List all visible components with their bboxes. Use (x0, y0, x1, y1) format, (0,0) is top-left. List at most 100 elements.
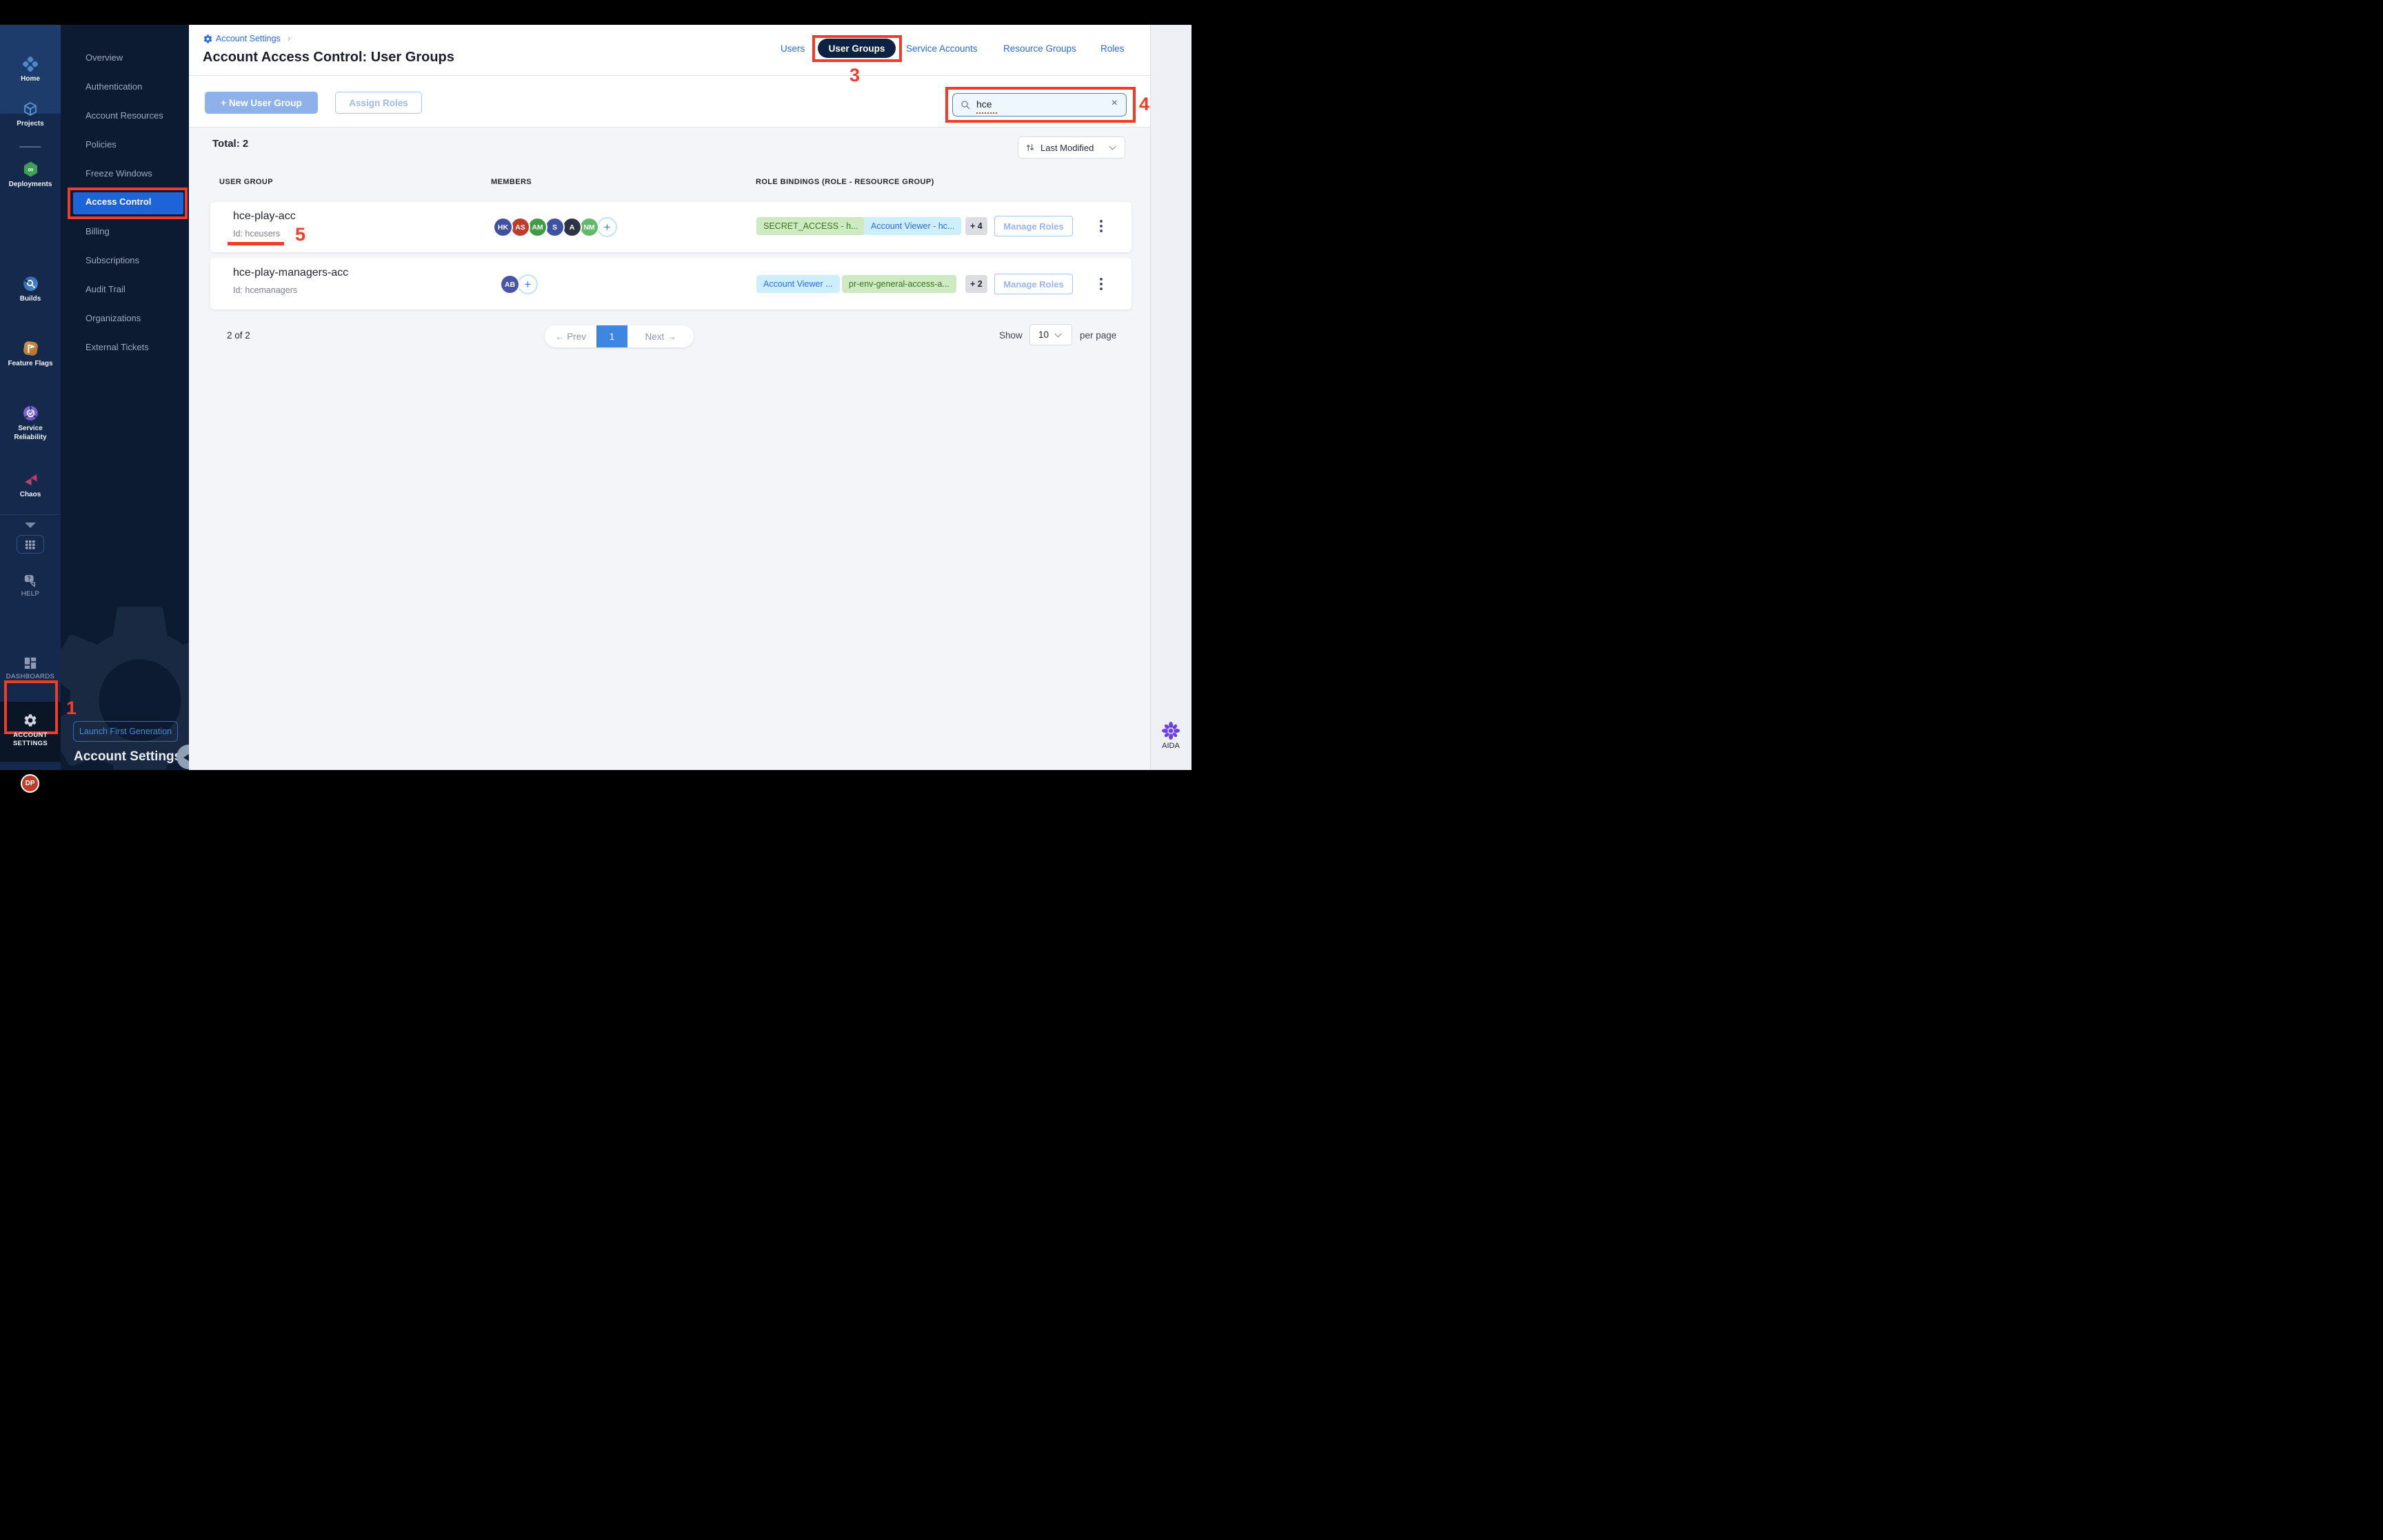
pagination: ← Prev 1 Next → (545, 325, 694, 347)
annotation-number-1: 1 (66, 698, 77, 718)
dashboards-icon (24, 657, 37, 669)
menu-item-subscriptions[interactable]: Subscriptions (86, 254, 182, 267)
pagination-summary: 2 of 2 (227, 330, 250, 341)
user-group-row[interactable]: hce-play-acc Id: hceusers HK AS AM S A N… (210, 202, 1132, 252)
row-menu-icon[interactable] (1095, 217, 1107, 235)
page-size-select[interactable]: 10 (1029, 324, 1072, 345)
help-icon: ? (24, 575, 36, 587)
aida-icon[interactable] (1161, 721, 1180, 740)
annotation-number-4: 4 (1139, 94, 1150, 114)
row-menu-icon[interactable] (1095, 275, 1107, 293)
page-title: Account Access Control: User Groups (203, 50, 454, 65)
role-binding-chip[interactable]: Account Viewer ... (756, 275, 840, 293)
menu-item-authentication[interactable]: Authentication (86, 80, 182, 94)
sidebar-item-label: Builds (19, 295, 41, 303)
breadcrumb[interactable]: Account Settings (216, 34, 281, 43)
group-id: Id: hcemanagers (233, 285, 298, 295)
harness-home-icon (22, 56, 39, 72)
header-divider (189, 75, 1150, 76)
tab-service-accounts[interactable]: Service Accounts (906, 43, 978, 54)
chaos-icon (24, 474, 37, 486)
assign-roles-button[interactable]: Assign Roles (335, 92, 422, 114)
member-avatar[interactable]: AB (500, 274, 520, 294)
annotation-box-step3 (812, 35, 902, 62)
user-avatar[interactable]: DP (21, 774, 39, 793)
member-avatar[interactable]: NM (579, 217, 599, 237)
manage-roles-button[interactable]: Manage Roles (994, 274, 1073, 294)
breadcrumb-separator: › (288, 33, 291, 43)
sort-arrows-icon (1026, 144, 1034, 151)
menu-item-freeze-windows[interactable]: Freeze Windows (86, 167, 182, 181)
chevron-down-icon (1054, 330, 1062, 337)
member-avatar[interactable]: A (562, 217, 582, 237)
service-reliability-icon (23, 406, 38, 421)
page-number-button[interactable]: 1 (596, 325, 627, 347)
group-name[interactable]: hce-play-managers-acc (233, 267, 348, 279)
group-name[interactable]: hce-play-acc (233, 210, 296, 223)
prev-page-button[interactable]: ← Prev (545, 325, 596, 347)
projects-cube-icon (24, 102, 37, 116)
sort-dropdown[interactable]: Last Modified (1018, 136, 1125, 159)
tab-roles[interactable]: Roles (1100, 43, 1125, 54)
sort-label: Last Modified (1040, 142, 1094, 153)
menu-item-overview[interactable]: Overview (86, 51, 182, 65)
member-avatar[interactable]: S (545, 217, 565, 237)
next-page-button[interactable]: Next → (627, 325, 694, 347)
sidebar-item-chaos[interactable]: Chaos (0, 471, 61, 500)
column-header-user-group: USER GROUP (219, 178, 273, 186)
sidebar-item-account-settings[interactable]: ACCOUNT SETTINGS (0, 713, 61, 748)
sidebar-item-home[interactable]: Home (0, 56, 61, 84)
sidebar-item-label: Home (21, 75, 40, 83)
settings-panel: Overview Authentication Account Resource… (61, 25, 189, 770)
member-avatar[interactable]: HK (493, 217, 513, 237)
menu-item-external-tickets[interactable]: External Tickets (86, 341, 182, 354)
sidebar-item-projects[interactable]: Projects (0, 101, 61, 129)
menu-item-audit-trail[interactable]: Audit Trail (86, 283, 182, 296)
rail-section-divider (0, 514, 61, 515)
annotation-number-5: 5 (295, 224, 306, 245)
manage-roles-button[interactable]: Manage Roles (994, 216, 1073, 236)
gear-icon (24, 714, 37, 727)
member-avatar[interactable]: AM (527, 217, 547, 237)
total-count: Total: 2 (212, 138, 249, 150)
sidebar-item-deployments[interactable]: ∞ Deployments (0, 161, 61, 190)
chevron-left-icon (183, 753, 189, 762)
new-user-group-button[interactable]: + New User Group (205, 92, 318, 114)
sidebar-item-dashboards[interactable]: DASHBOARDS (0, 656, 61, 681)
launch-first-generation-button[interactable]: Launch First Generation (73, 721, 178, 742)
member-avatar[interactable]: AS (510, 217, 530, 237)
sidebar-item-service-reliability[interactable]: Service Reliability (0, 405, 61, 442)
module-rail: Home Projects ∞ Deployments Builds Featu… (0, 25, 61, 793)
chevron-down-icon[interactable] (25, 523, 36, 528)
menu-item-policies[interactable]: Policies (86, 138, 182, 152)
gear-watermark (61, 607, 189, 770)
annotation-number-3: 3 (849, 65, 861, 85)
role-binding-chip[interactable]: pr-env-general-access-a... (842, 275, 956, 293)
tab-users[interactable]: Users (781, 43, 805, 54)
menu-item-organizations[interactable]: Organizations (86, 312, 182, 325)
more-bindings-badge[interactable]: + 2 (965, 275, 987, 293)
sidebar-item-help[interactable]: ? HELP (0, 574, 61, 598)
sidebar-item-label: ACCOUNT SETTINGS (13, 731, 48, 747)
user-group-row[interactable]: hce-play-managers-acc Id: hcemanagers AB… (210, 258, 1132, 310)
add-member-button[interactable]: + (597, 217, 617, 237)
aida-label: AIDA (1162, 742, 1180, 750)
sidebar-item-feature-flags[interactable]: Feature Flags (0, 340, 61, 369)
rail-divider (19, 146, 41, 148)
add-member-button[interactable]: + (518, 274, 538, 294)
column-header-members: MEMBERS (491, 178, 532, 186)
menu-item-billing[interactable]: Billing (86, 225, 182, 239)
panel-footer-title: Account Settings (74, 749, 182, 764)
right-edge-strip (1150, 25, 1192, 770)
sidebar-item-label: Service Reliability (14, 425, 47, 441)
role-binding-chip[interactable]: Account Viewer - hc... (864, 217, 962, 235)
module-picker-button[interactable] (17, 535, 44, 554)
role-binding-chip[interactable]: SECRET_ACCESS - h... (756, 217, 865, 235)
svg-text:∞: ∞ (28, 165, 33, 174)
menu-item-account-resources[interactable]: Account Resources (86, 109, 182, 123)
tab-resource-groups[interactable]: Resource Groups (1003, 43, 1076, 54)
sidebar-item-label: Feature Flags (8, 360, 53, 367)
more-bindings-badge[interactable]: + 4 (965, 217, 987, 235)
sidebar-item-builds[interactable]: Builds (0, 275, 61, 304)
top-bar (0, 0, 1192, 25)
